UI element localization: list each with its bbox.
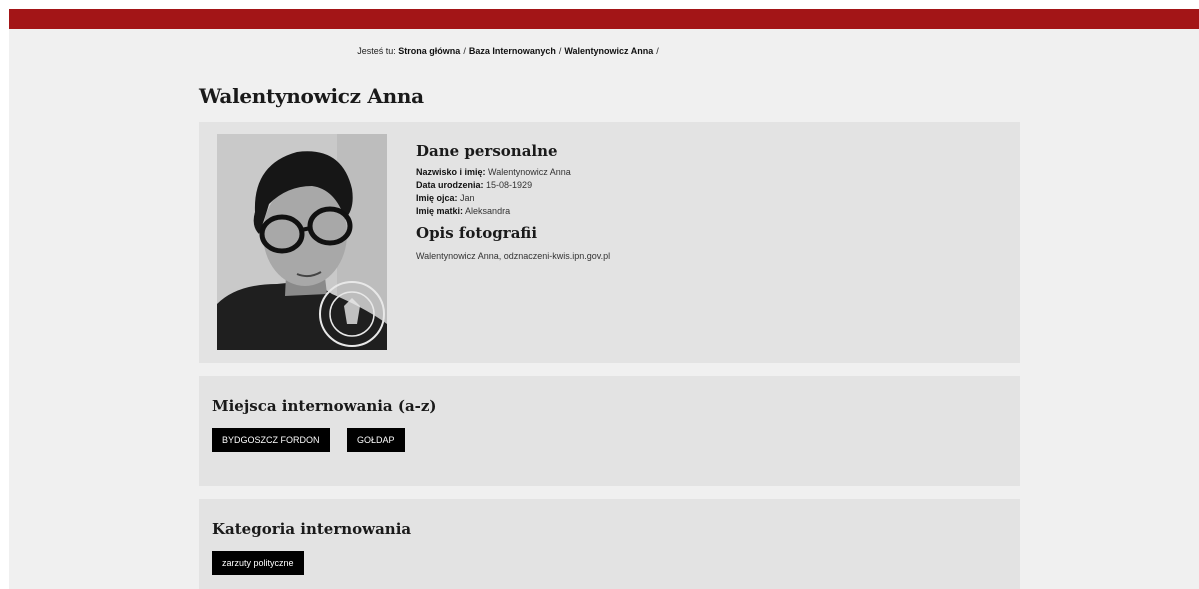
- field-value: Walentynowicz Anna: [488, 167, 571, 177]
- field-value: Aleksandra: [465, 206, 511, 216]
- breadcrumb-separator: /: [656, 46, 659, 56]
- field-mother-name: Imię matki: Aleksandra: [416, 205, 610, 218]
- photo-description-text: Walentynowicz Anna, odznaczeni-kwis.ipn.…: [416, 251, 611, 261]
- category-button-political-charges[interactable]: zarzuty polityczne: [212, 551, 304, 575]
- field-value: 15-08-1929: [486, 180, 533, 190]
- personal-info: Dane personalne Nazwisko i imię: Walenty…: [416, 142, 610, 261]
- field-label: Imię ojca:: [416, 193, 458, 203]
- page-title: Walentynowicz Anna: [199, 84, 424, 108]
- breadcrumb-home-link[interactable]: Strona główna: [398, 46, 460, 56]
- breadcrumb-database-link[interactable]: Baza Internowanych: [469, 46, 556, 56]
- internment-category-card: Kategoria internowania zarzuty polityczn…: [199, 499, 1020, 589]
- field-label: Nazwisko i imię:: [416, 167, 486, 177]
- place-button-goldap[interactable]: GOŁDAP: [347, 428, 405, 452]
- internment-places-card: Miejsca internowania (a-z) BYDGOSZCZ FOR…: [199, 376, 1020, 486]
- photo-description-heading: Opis fotografii: [416, 224, 538, 242]
- breadcrumb-prefix: Jesteś tu:: [357, 46, 396, 56]
- breadcrumb-current-link[interactable]: Walentynowicz Anna: [564, 46, 653, 56]
- breadcrumb-separator: /: [463, 46, 466, 56]
- portrait-photo: [217, 134, 387, 350]
- field-birth-date: Data urodzenia: 15-08-1929: [416, 179, 610, 192]
- field-label: Data urodzenia:: [416, 180, 484, 190]
- personal-data-card: Dane personalne Nazwisko i imię: Walenty…: [199, 122, 1020, 363]
- top-bar: [9, 9, 1199, 29]
- breadcrumb: Jesteś tu: Strona główna / Baza Internowan…: [9, 46, 1010, 56]
- internment-category-heading: Kategoria internowania: [212, 520, 412, 538]
- personal-fields: Nazwisko i imię: Walentynowicz Anna Data…: [416, 166, 610, 218]
- place-button-bydgoszcz-fordon[interactable]: BYDGOSZCZ FORDON: [212, 428, 330, 452]
- field-father-name: Imię ojca: Jan: [416, 192, 610, 205]
- field-name: Nazwisko i imię: Walentynowicz Anna: [416, 166, 610, 179]
- field-label: Imię matki:: [416, 206, 464, 216]
- page-frame: Jesteś tu: Strona główna / Baza Internowan…: [9, 9, 1199, 589]
- breadcrumb-separator: /: [558, 46, 562, 56]
- field-value: Jan: [460, 193, 475, 203]
- internment-places-heading: Miejsca internowania (a-z): [212, 397, 437, 415]
- personal-data-heading: Dane personalne: [416, 142, 558, 160]
